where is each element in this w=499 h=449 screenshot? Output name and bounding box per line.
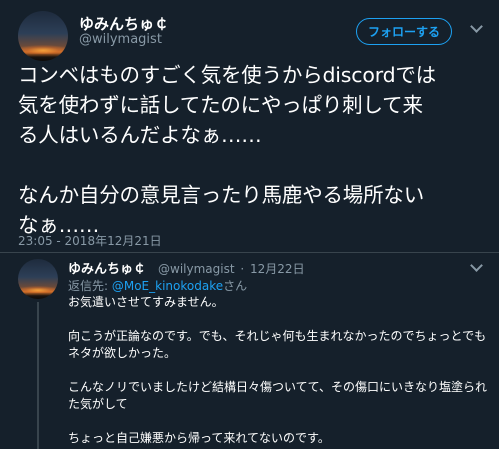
reply-to-mention[interactable]: @MoE_kinokodake [112,279,223,293]
thread-line [37,302,39,449]
tweet-timestamp[interactable]: 23:05 - 2018年12月21日 [18,232,162,249]
reply-avatar[interactable] [18,259,58,299]
reply-display-name[interactable]: ゆみんちゅ￠ [68,258,146,277]
divider [0,252,499,253]
reply-paragraph: ちょっと自己嫌悪から帰って来れてないのです。 [68,431,330,445]
user-handle[interactable]: @wilymagist [79,32,162,47]
reply-date[interactable]: 12月22日 [250,262,305,276]
tweet-text: コンベはものすごく気を使うからdiscordでは 気を使わずに話してたのにやっぱ… [18,63,436,237]
reply-to-prefix: 返信先: [68,279,112,293]
follow-button[interactable]: フォローする [356,18,452,45]
reply-handle[interactable]: @wilymagist [158,262,235,276]
chevron-down-icon[interactable] [470,20,483,33]
chevron-down-icon[interactable] [470,259,483,272]
reply-to-line: 返信先: @MoE_kinokodakeさん [68,277,247,294]
reply-paragraph: お気遣いさせてすみません。 [68,295,224,309]
reply-text: お気遣いさせてすみません。 向こうが正論なのです。でも、それじゃ何も生まれなかっ… [68,294,488,447]
reply-meta: @wilymagist · 12月22日 [158,260,305,277]
user-avatar[interactable] [18,11,68,61]
avatar-sunset-glow [18,286,58,294]
reply-to-suffix: さん [223,279,248,293]
tweet-card: ゆみんちゅ￠ @wilymagist フォローする コンベはものすごく気を使うか… [0,0,499,449]
avatar-sunset-glow [18,45,68,54]
reply-paragraph: こんなノリでいましたけど結構日々傷ついてて、その傷口にいきなり塩塗られた気がして [68,380,488,411]
meta-separator: · [240,262,245,276]
reply-paragraph: 向こうが正論なのです。でも、それじゃ何も生まれなかったのでちょっとでもネタが欲し… [68,329,487,360]
display-name[interactable]: ゆみんちゅ￠ [79,13,169,34]
